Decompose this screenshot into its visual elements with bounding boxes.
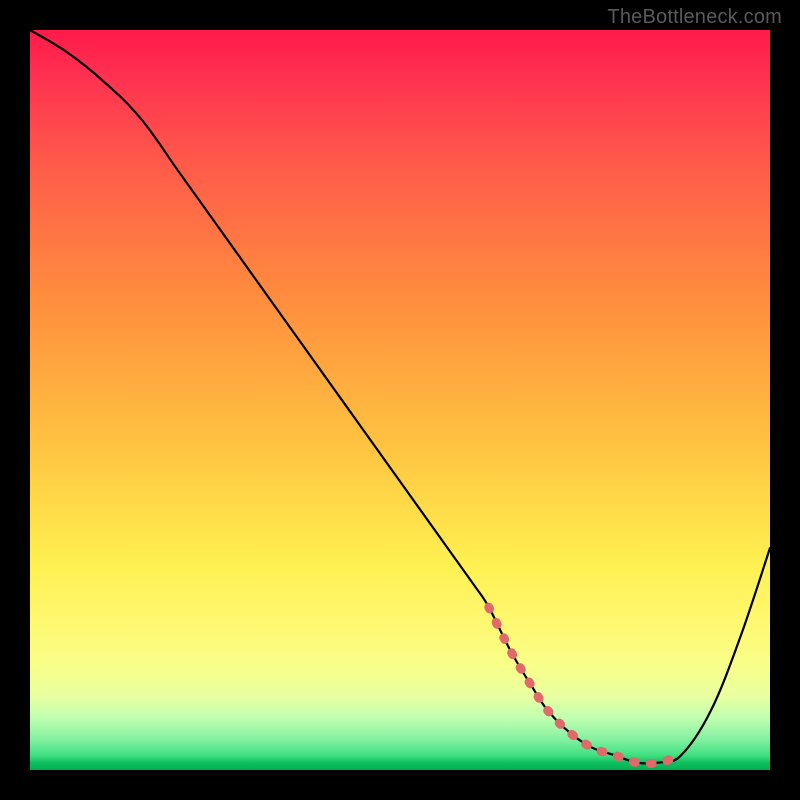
plot-area — [30, 30, 770, 770]
chart-container: TheBottleneck.com — [0, 0, 800, 800]
bottleneck-curve — [30, 30, 770, 770]
attribution-label: TheBottleneck.com — [607, 6, 782, 29]
